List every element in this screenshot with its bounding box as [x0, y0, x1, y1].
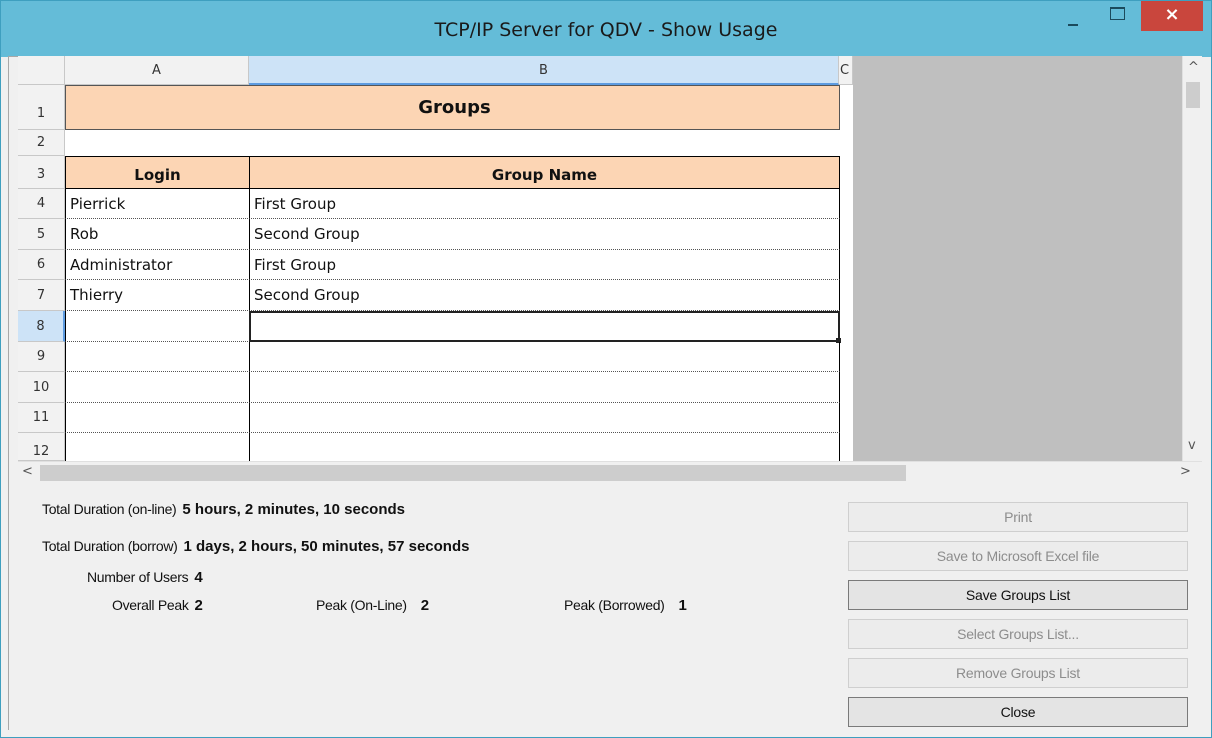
column-header-b[interactable]: B [249, 56, 839, 85]
spreadsheet-grid[interactable]: A B C 1 2 3 4 5 6 7 8 9 10 11 12 Groups … [18, 56, 1182, 461]
row-header-9[interactable]: 9 [18, 342, 65, 372]
empty-cell[interactable] [65, 342, 250, 372]
borrow-duration-value: 1 days, 2 hours, 50 minutes, 57 seconds [183, 538, 470, 555]
group-cell[interactable]: First Group [249, 189, 840, 219]
empty-cell[interactable] [249, 372, 840, 403]
online-duration-value: 5 hours, 2 minutes, 10 seconds [182, 501, 405, 518]
cells-area[interactable]: Groups Login Group Name Pierrick First G… [65, 85, 853, 461]
row-header-4[interactable]: 4 [18, 189, 65, 219]
empty-cell[interactable] [65, 372, 250, 403]
overall-peak-value: 2 [194, 597, 203, 614]
close-window-button[interactable]: × [1141, 1, 1203, 31]
group-name-header-cell[interactable]: Group Name [249, 156, 840, 189]
empty-cell[interactable] [249, 433, 840, 461]
overall-peak-row: Overall Peak 2 [112, 597, 203, 614]
row-header-8[interactable]: 8 [18, 311, 65, 342]
peak-online-label: Peak (On-Line) [316, 597, 407, 613]
remove-groups-list-button[interactable]: Remove Groups List [848, 658, 1188, 688]
online-duration-row: Total Duration (on-line) 5 hours, 2 minut… [42, 501, 405, 518]
title-bar[interactable]: TCP/IP Server for QDV - Show Usage × [1, 1, 1211, 57]
peak-online-row: Peak (On-Line) 2 [316, 597, 429, 614]
empty-cell[interactable] [65, 311, 250, 342]
select-all-corner[interactable] [18, 56, 65, 85]
row-header-12[interactable]: 12 [18, 433, 65, 461]
borrow-duration-label: Total Duration (borrow) [42, 538, 178, 554]
minimize-button[interactable] [1051, 1, 1095, 37]
groups-title-cell[interactable]: Groups [65, 85, 840, 130]
scroll-down-icon[interactable]: v [1188, 438, 1196, 453]
column-header-c[interactable]: C [839, 56, 853, 85]
login-cell[interactable]: Pierrick [65, 189, 250, 219]
horizontal-scroll-thumb[interactable] [40, 465, 906, 481]
row-header-10[interactable]: 10 [18, 372, 65, 403]
group-cell[interactable]: Second Group [249, 219, 840, 250]
print-button[interactable]: Print [848, 502, 1188, 532]
row-header-11[interactable]: 11 [18, 403, 65, 433]
vertical-scrollbar[interactable]: ^ v [1182, 56, 1202, 461]
empty-cell[interactable] [249, 342, 840, 372]
empty-cell[interactable] [65, 403, 250, 433]
vertical-scroll-thumb[interactable] [1186, 82, 1200, 108]
active-cell[interactable] [249, 311, 840, 342]
row-header-3[interactable]: 3 [18, 156, 65, 189]
login-cell[interactable]: Administrator [65, 250, 250, 280]
peak-borrowed-label: Peak (Borrowed) [564, 597, 665, 613]
row-header-7[interactable]: 7 [18, 280, 65, 311]
close-button[interactable]: Close [848, 697, 1188, 727]
horizontal-scrollbar[interactable]: < > [18, 461, 1202, 483]
select-groups-list-button[interactable]: Select Groups List... [848, 619, 1188, 649]
save-excel-button[interactable]: Save to Microsoft Excel file [848, 541, 1188, 571]
users-label: Number of Users [87, 569, 189, 585]
scroll-up-icon[interactable]: ^ [1188, 60, 1199, 75]
login-cell[interactable]: Thierry [65, 280, 250, 311]
group-cell[interactable]: Second Group [249, 280, 840, 311]
column-header-a[interactable]: A [65, 56, 249, 85]
row-header-2[interactable]: 2 [18, 130, 65, 156]
peak-online-value: 2 [420, 597, 430, 614]
login-cell[interactable]: Rob [65, 219, 250, 250]
borrow-duration-row: Total Duration (borrow) 1 days, 2 hours, … [42, 538, 469, 555]
row-header-5[interactable]: 5 [18, 219, 65, 250]
row-header-6[interactable]: 6 [18, 250, 65, 280]
save-groups-list-button[interactable]: Save Groups List [848, 580, 1188, 610]
peak-borrowed-value: 1 [678, 597, 687, 614]
online-duration-label: Total Duration (on-line) [42, 501, 177, 517]
empty-cell[interactable] [65, 433, 250, 461]
group-cell[interactable]: First Group [249, 250, 840, 280]
window-title: TCP/IP Server for QDV - Show Usage [434, 19, 778, 41]
users-value: 4 [194, 569, 203, 586]
empty-cell[interactable] [249, 403, 840, 433]
maximize-button[interactable] [1095, 1, 1139, 37]
row-header-1[interactable]: 1 [18, 85, 65, 130]
peak-borrowed-row: Peak (Borrowed) 1 [564, 597, 687, 614]
scroll-left-icon[interactable]: < [22, 464, 33, 479]
overall-peak-label: Overall Peak [112, 597, 189, 613]
users-row: Number of Users 4 [87, 569, 203, 586]
login-header-cell[interactable]: Login [65, 156, 250, 189]
scroll-right-icon[interactable]: > [1180, 464, 1191, 479]
close-icon: × [1164, 4, 1180, 25]
